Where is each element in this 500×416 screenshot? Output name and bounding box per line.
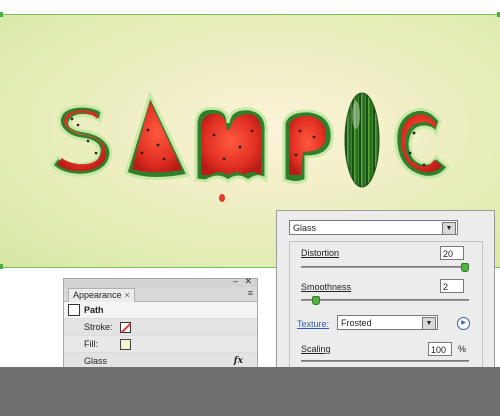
- panel-collapse-close-icons[interactable]: – ✕: [233, 276, 254, 287]
- stroke-label: Stroke:: [84, 322, 113, 332]
- scaling-slider-track[interactable]: [301, 360, 469, 362]
- scaling-input[interactable]: 100: [428, 342, 452, 356]
- letter-a: [124, 90, 191, 180]
- distortion-slider-track[interactable]: [301, 266, 469, 268]
- selection-handle-bl[interactable]: [0, 264, 3, 269]
- appearance-row-path[interactable]: Path: [64, 302, 257, 319]
- stroke-none-swatch-icon[interactable]: [120, 322, 131, 333]
- letter-p: [282, 109, 334, 184]
- smoothness-input[interactable]: 2: [440, 279, 464, 293]
- scaling-unit: %: [458, 344, 467, 354]
- texture-menu-arrow-icon[interactable]: ▶: [457, 317, 470, 330]
- panel-menu-icon[interactable]: ≡: [248, 288, 253, 298]
- panel-title-bar[interactable]: – ✕: [64, 276, 257, 287]
- selection-handle-tl[interactable]: [0, 12, 3, 17]
- distortion-slider-thumb[interactable]: [461, 263, 469, 272]
- obscured-region: [0, 367, 500, 416]
- appearance-panel: – ✕ Appearance × ≡ Path Stroke: Fill: Gla…: [63, 276, 258, 370]
- chevron-down-icon[interactable]: ▼: [442, 222, 456, 235]
- appearance-row-stroke[interactable]: Stroke:: [64, 319, 257, 336]
- smoothness-label: Smoothness: [301, 282, 352, 292]
- tab-appearance-label: Appearance: [73, 290, 122, 300]
- smoothness-slider-track[interactable]: [301, 299, 469, 301]
- letter-m: [194, 106, 268, 202]
- texture-label: Texture:: [297, 319, 330, 329]
- tab-appearance[interactable]: Appearance ×: [68, 288, 135, 302]
- glass-effect-dialog: Glass ▼ Distortion 20 Smoothness 2 Textu…: [276, 210, 495, 369]
- letter-c: [394, 107, 450, 179]
- effect-select[interactable]: Glass ▼: [289, 220, 458, 235]
- scaling-label: Scaling: [301, 344, 331, 354]
- distortion-input[interactable]: 20: [440, 246, 464, 260]
- texture-select-value: Frosted: [341, 318, 372, 328]
- letter-s: [50, 104, 113, 177]
- effect-select-value: Glass: [293, 223, 317, 233]
- path-thumbnail: [68, 304, 80, 316]
- fill-label: Fill:: [84, 339, 98, 349]
- distortion-label: Distortion: [301, 248, 340, 258]
- chevron-down-icon[interactable]: ▼: [422, 317, 436, 330]
- tab-close-icon[interactable]: ×: [125, 290, 130, 300]
- path-label: Path: [84, 305, 104, 315]
- fill-swatch-icon[interactable]: [120, 339, 131, 350]
- panel-tab-row: Appearance × ≡: [64, 287, 257, 302]
- appearance-row-fill[interactable]: Fill:: [64, 336, 257, 353]
- letter-i: [344, 92, 380, 188]
- smoothness-slider-thumb[interactable]: [312, 296, 321, 305]
- texture-select[interactable]: Frosted ▼: [337, 315, 438, 330]
